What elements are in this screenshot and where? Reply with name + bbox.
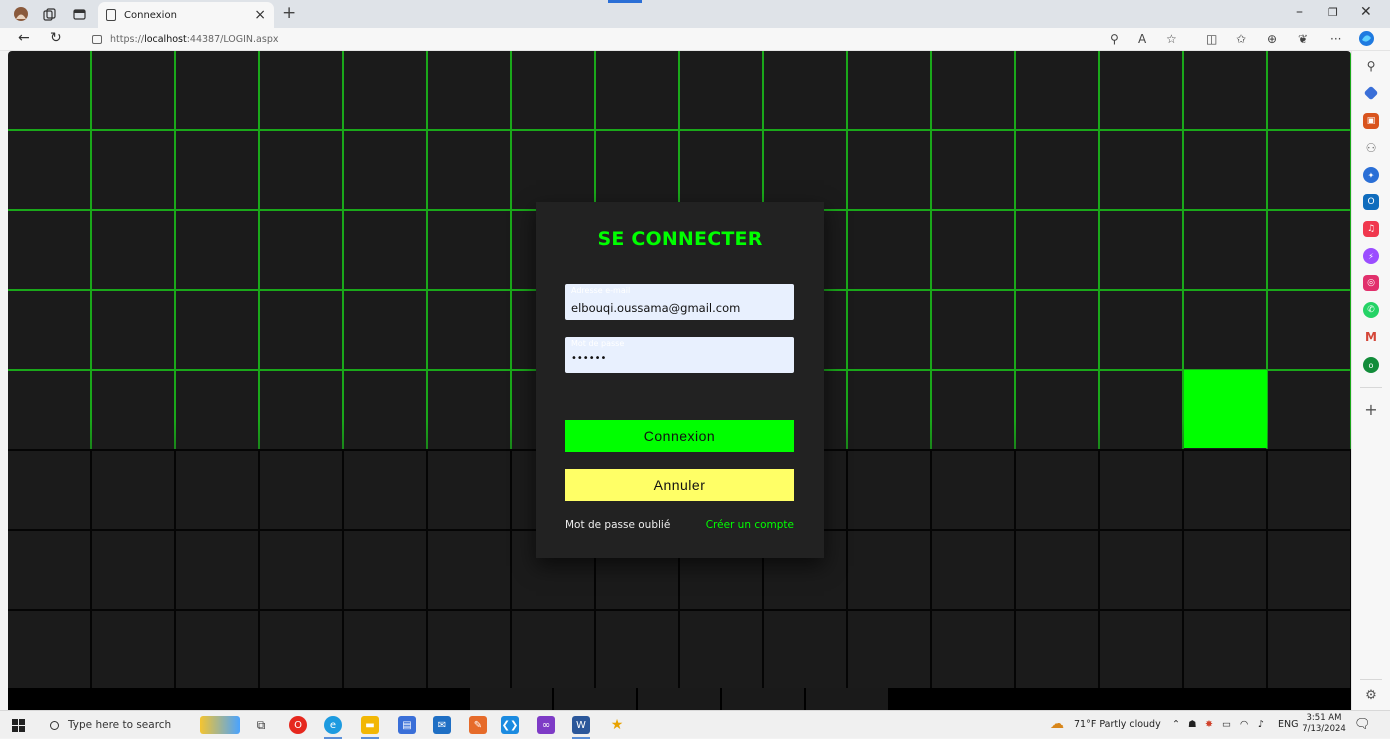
outlook-icon[interactable]: O [1363,194,1379,210]
whatsapp-icon[interactable]: ✆ [1363,302,1379,318]
language-indicator[interactable]: ENG [1278,719,1298,730]
forgot-password-link[interactable]: Mot de passe oublié [565,519,670,531]
login-card: SE CONNECTER Adresse e-mail elbouqi.ouss… [536,202,824,558]
tab-actions-icon[interactable] [70,5,88,23]
mail-icon[interactable]: ✉ [433,716,451,734]
url-host: localhost [144,34,187,45]
workspaces-icon[interactable] [40,5,58,23]
weather-text[interactable]: 71°F Partly cloudy [1074,719,1161,730]
email-value: elbouqi.oussama@gmail.com [571,301,741,315]
key-icon[interactable]: ⚲ [1110,32,1119,46]
tab-connexion[interactable]: Connexion × [98,2,274,28]
edge-icon[interactable]: e [324,716,342,734]
close-tab-icon[interactable]: × [254,7,266,23]
visual-studio-icon[interactable]: ∞ [537,716,555,734]
task-view-icon[interactable]: ⧉ [252,716,270,734]
lock-icon [92,35,102,44]
refresh-icon[interactable]: ↻ [50,30,62,46]
url-prefix: https:// [110,34,145,45]
system-clock[interactable]: 3:51 AM 7/13/2024 [1302,713,1346,735]
login-title: SE CONNECTER [597,228,763,250]
sidebar-divider [1360,387,1382,388]
vscode-icon[interactable]: ❮❯ [501,716,519,734]
settings-gear-icon[interactable]: ⚙ [1363,687,1379,703]
back-icon[interactable]: ← [18,30,30,46]
browser-tab-bar: Connexion × + – ❐ ✕ [0,0,1390,28]
connexion-button[interactable]: Connexion [565,420,794,452]
tab-indicator [608,0,642,3]
strip-cell [722,688,806,710]
add-sidebar-app-icon[interactable]: + [1363,400,1379,419]
restore-icon[interactable]: ❐ [1328,6,1338,19]
profile-avatar-icon[interactable] [12,5,30,23]
page-icon [106,9,116,21]
volume-icon[interactable]: ♪ [1258,719,1264,730]
onedrive-icon[interactable]: ☗ [1188,719,1197,730]
password-label: Mot de passe [571,339,625,348]
minimize-icon[interactable]: – [1296,4,1303,20]
collections-icon[interactable]: ⊕ [1267,32,1277,46]
sidebar-divider [1360,679,1382,680]
taskbar-search[interactable]: Type here to search [40,713,190,737]
opera-icon[interactable]: O [289,716,307,734]
email-label: Adresse e-mail [571,286,631,295]
password-value: •••••• [571,353,607,364]
windows-taskbar: Type here to search ⧉ O e ▬ ▤ ✉ ✎ ❮❯ ∞ W… [0,710,1390,739]
tab-title: Connexion [124,9,177,21]
url-path: :44387/LOGIN.aspx [186,34,279,45]
notifications-icon[interactable]: 🗨 [1354,717,1371,732]
clock-time: 3:51 AM [1306,713,1342,723]
split-screen-icon[interactable]: ◫ [1206,32,1217,46]
close-window-icon[interactable]: ✕ [1360,4,1372,20]
office-icon[interactable]: o [1363,357,1379,373]
people-icon[interactable]: ⚇ [1363,140,1379,156]
gmail-icon[interactable]: M [1363,329,1379,345]
windows-start-icon[interactable] [12,719,25,732]
file-explorer-icon[interactable]: ▬ [361,716,379,734]
copilot-icon[interactable] [1358,30,1375,50]
weather-icon[interactable]: ☁ [1050,716,1064,732]
highlighted-grid-cell [1184,370,1267,448]
new-tab-icon[interactable]: + [282,3,296,23]
password-field[interactable]: Mot de passe •••••• [565,337,794,373]
strip-cell [470,688,554,710]
page-viewport: SE CONNECTER Adresse e-mail elbouqi.ouss… [8,51,1351,710]
search-placeholder: Type here to search [68,719,172,731]
favorite-star-icon[interactable]: ☆ [1166,32,1177,46]
messenger-icon[interactable]: ⚡ [1363,248,1379,264]
battery-icon[interactable]: ▭ [1222,719,1231,730]
favorites-icon[interactable]: ✩ [1236,32,1246,46]
clock-date: 7/13/2024 [1302,724,1346,734]
tag-icon[interactable] [1363,85,1379,101]
email-field[interactable]: Adresse e-mail elbouqi.oussama@gmail.com [565,284,794,320]
edge-sidebar: ⚲ ▣ ⚇ ✦ O ♫ ⚡ ◎ ✆ M o + ⚙ [1351,51,1390,710]
strip-cell [806,688,890,710]
security-icon[interactable]: ✸ [1205,719,1213,730]
tray-chevron-icon[interactable]: ⌃ [1172,719,1180,730]
strip-cell [638,688,722,710]
word-icon[interactable]: W [572,716,590,734]
search-icon[interactable]: ⚲ [1363,58,1379,74]
address-toolbar: ← ↻ https:// localhost :44387/LOGIN.aspx… [0,28,1390,51]
search-icon [50,720,59,730]
more-options-icon[interactable]: ··· [1330,32,1341,46]
shopping-icon[interactable]: ▣ [1363,113,1379,129]
games-icon[interactable]: ✦ [1363,167,1379,183]
annuler-button[interactable]: Annuler [565,469,794,501]
paint-icon[interactable]: ✎ [469,716,487,734]
wifi-icon[interactable]: ◠ [1240,719,1248,730]
create-account-link[interactable]: Créer un compte [706,519,794,531]
extensions-icon[interactable]: ❦ [1298,32,1308,46]
strip-cell [554,688,638,710]
url-field[interactable]: https:// localhost :44387/LOGIN.aspx [82,30,1082,49]
read-aloud-icon[interactable]: A [1138,32,1146,46]
store-icon[interactable]: ▤ [398,716,416,734]
music-icon[interactable]: ♫ [1363,221,1379,237]
star-app-icon[interactable]: ★ [608,716,626,734]
instagram-icon[interactable]: ◎ [1363,275,1379,291]
pencil-widget-icon[interactable] [200,716,240,734]
